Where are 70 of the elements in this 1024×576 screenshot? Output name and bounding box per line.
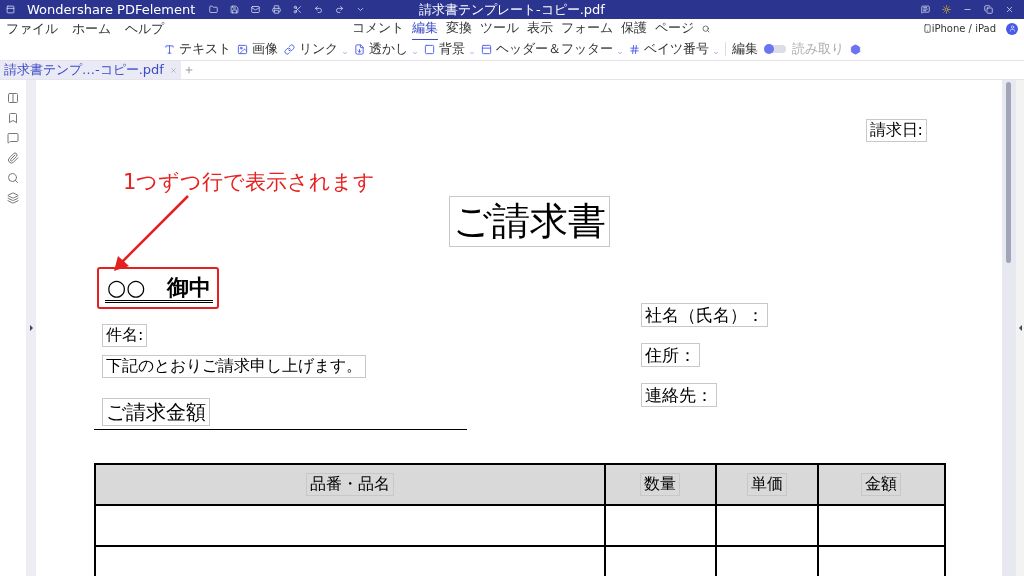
toolbar-button[interactable]: 背景 xyxy=(438,40,465,58)
close-icon[interactable] xyxy=(1005,5,1014,14)
header-tool-icon xyxy=(480,43,492,55)
app-logo-icon xyxy=(6,5,15,14)
column-header: 金額 xyxy=(861,473,902,496)
menu-item[interactable]: ホーム xyxy=(72,19,111,38)
app-name: Wondershare PDFelement xyxy=(27,2,196,17)
search-icon[interactable] xyxy=(702,24,710,33)
text-tool-icon xyxy=(163,43,175,55)
toolbar-button[interactable]: 透かし xyxy=(368,40,408,58)
menu-item[interactable]: ファイル xyxy=(6,19,58,38)
read-mode-label: 読み取り xyxy=(791,40,844,58)
save-icon[interactable] xyxy=(230,5,240,14)
bates-tool-icon xyxy=(628,43,640,55)
caret-icon[interactable] xyxy=(356,5,366,14)
contact-label: 連絡先： xyxy=(641,383,717,408)
mail-icon[interactable] xyxy=(251,5,261,14)
sun-icon[interactable] xyxy=(942,5,951,14)
recipient-name: ○○ 御中 xyxy=(105,273,214,304)
message-icon[interactable] xyxy=(921,5,930,14)
image-tool-icon xyxy=(236,43,248,55)
toolbar-button[interactable]: テキスト xyxy=(178,40,231,58)
window-title: 請求書テンプレート-コピー.pdf xyxy=(419,0,605,19)
column-header: 数量 xyxy=(640,473,681,496)
link-tool-icon xyxy=(283,43,295,55)
ribbon-tab[interactable]: 表示 xyxy=(527,17,553,40)
collapse-arrow-icon[interactable] xyxy=(1018,325,1022,331)
ribbon-tab[interactable]: 変換 xyxy=(446,17,472,40)
phone-icon xyxy=(922,24,932,33)
edit-mode-label: 編集 xyxy=(731,40,758,58)
toolbar-button[interactable]: ベイツ番号 xyxy=(643,40,709,58)
scissors-icon[interactable] xyxy=(293,5,303,14)
comment-icon[interactable] xyxy=(7,132,19,144)
column-header: 単価 xyxy=(746,473,787,496)
address-label: 住所： xyxy=(641,343,700,368)
expand-arrow-icon[interactable] xyxy=(29,325,33,331)
bookmark-icon[interactable] xyxy=(7,112,19,124)
document-tab[interactable]: 請求書テンプ…-コピー.pdf xyxy=(0,61,181,79)
layers-icon[interactable] xyxy=(7,192,19,204)
device-link[interactable]: iPhone / iPad xyxy=(931,23,996,34)
ribbon-tab[interactable]: 編集 xyxy=(412,17,438,40)
thumbnails-icon[interactable] xyxy=(7,92,19,104)
ribbon-tab[interactable]: コメント xyxy=(352,17,404,40)
toolbar-button[interactable]: リンク xyxy=(298,40,338,58)
toolbar-button[interactable]: 画像 xyxy=(251,40,278,58)
ribbon-tab[interactable]: ツール xyxy=(480,17,519,40)
mode-switch[interactable] xyxy=(763,45,786,53)
printer-icon[interactable] xyxy=(272,5,282,14)
avatar-icon[interactable] xyxy=(1006,22,1018,35)
folder-icon[interactable] xyxy=(209,5,219,14)
ribbon-tab[interactable]: ページ xyxy=(655,17,694,40)
subject-label: 件名: xyxy=(102,324,148,348)
annotation-text: 1つずつ行で表示されます xyxy=(123,169,376,196)
amount-label: ご請求金額 xyxy=(102,398,210,427)
date-label: 請求日: xyxy=(865,119,927,142)
document-title: ご請求書 xyxy=(448,195,610,248)
redo-icon[interactable] xyxy=(335,5,345,14)
paperclip-icon[interactable] xyxy=(7,152,19,164)
undo-icon[interactable] xyxy=(314,5,324,14)
message-text: 下記のとおりご請求申し上げます。 xyxy=(102,355,366,379)
search-icon[interactable] xyxy=(7,172,19,184)
ribbon-tab[interactable]: フォーム xyxy=(561,17,613,40)
restore-icon[interactable] xyxy=(984,5,993,14)
scrollbar[interactable] xyxy=(1002,80,1016,576)
ribbon-tab[interactable]: 保護 xyxy=(621,17,647,40)
company-label: 社名（氏名）： xyxy=(641,303,768,328)
toolbar-button[interactable]: ヘッダー＆フッター xyxy=(495,40,613,58)
background-tool-icon xyxy=(423,43,435,55)
column-header: 品番・品名 xyxy=(306,473,394,496)
menu-item[interactable]: ヘルプ xyxy=(125,19,164,38)
